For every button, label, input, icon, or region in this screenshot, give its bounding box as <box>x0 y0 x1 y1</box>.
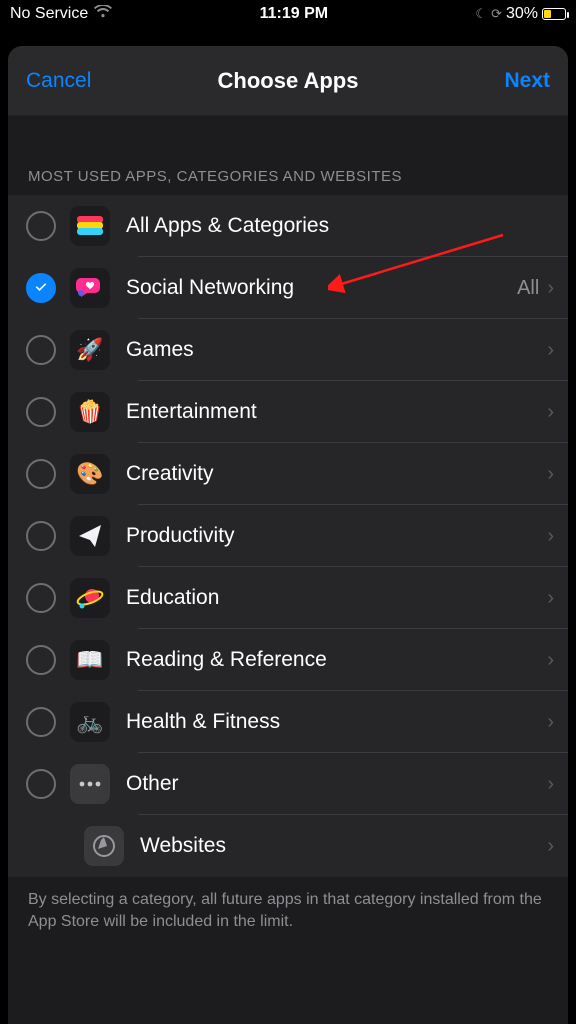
cancel-button[interactable]: Cancel <box>26 69 106 93</box>
paper-plane-icon <box>70 516 110 556</box>
row-creativity[interactable]: 🎨 Creativity › <box>8 443 568 505</box>
row-productivity[interactable]: Productivity › <box>8 505 568 567</box>
row-entertainment[interactable]: 🍿 Entertainment › <box>8 381 568 443</box>
nav-bar: Cancel Choose Apps Next <box>8 46 568 116</box>
row-social-networking[interactable]: Social Networking All › <box>8 257 568 319</box>
category-list: All Apps & Categories Social Networking … <box>8 195 568 877</box>
wifi-icon <box>94 5 112 23</box>
orientation-lock-icon: ⟳ <box>491 6 502 22</box>
chevron-right-icon: › <box>547 339 554 362</box>
battery-icon <box>542 8 566 20</box>
radio-unchecked[interactable] <box>26 769 56 799</box>
chevron-right-icon: › <box>547 649 554 672</box>
modal-sheet: Cancel Choose Apps Next MOST USED APPS, … <box>8 46 568 1024</box>
ellipsis-icon <box>70 764 110 804</box>
row-label: Websites <box>140 834 547 858</box>
row-label: Social Networking <box>126 276 517 300</box>
row-reading-reference[interactable]: 📖 Reading & Reference › <box>8 629 568 691</box>
palette-icon: 🎨 <box>70 454 110 494</box>
chat-heart-icon <box>70 268 110 308</box>
row-all-apps[interactable]: All Apps & Categories <box>8 195 568 257</box>
radio-unchecked[interactable] <box>26 211 56 241</box>
radio-unchecked[interactable] <box>26 521 56 551</box>
section-header: MOST USED APPS, CATEGORIES AND WEBSITES <box>8 156 568 195</box>
page-title: Choose Apps <box>106 68 470 94</box>
chevron-right-icon: › <box>547 525 554 548</box>
radio-checked[interactable] <box>26 273 56 303</box>
status-bar: No Service 11:19 PM ☾ ⟳ 30% <box>0 0 576 28</box>
chevron-right-icon: › <box>547 463 554 486</box>
row-other[interactable]: Other › <box>8 753 568 815</box>
row-label: Games <box>126 338 547 362</box>
do-not-disturb-icon: ☾ <box>475 6 487 22</box>
row-detail-value: All <box>517 277 539 300</box>
radio-unchecked[interactable] <box>26 397 56 427</box>
radio-unchecked[interactable] <box>26 645 56 675</box>
row-label: Education <box>126 586 547 610</box>
row-label: Health & Fitness <box>126 710 547 734</box>
row-label: Creativity <box>126 462 547 486</box>
compass-icon <box>84 826 124 866</box>
row-websites[interactable]: Websites › <box>8 815 568 877</box>
chevron-right-icon: › <box>547 587 554 610</box>
row-games[interactable]: 🚀 Games › <box>8 319 568 381</box>
next-button[interactable]: Next <box>470 69 550 93</box>
radio-unchecked[interactable] <box>26 707 56 737</box>
popcorn-icon: 🍿 <box>70 392 110 432</box>
chevron-right-icon: › <box>547 401 554 424</box>
status-time: 11:19 PM <box>112 5 475 23</box>
radio-unchecked[interactable] <box>26 335 56 365</box>
row-health-fitness[interactable]: 🚲 Health & Fitness › <box>8 691 568 753</box>
row-label: Reading & Reference <box>126 648 547 672</box>
rocket-icon: 🚀 <box>70 330 110 370</box>
book-icon: 📖 <box>70 640 110 680</box>
row-label: Productivity <box>126 524 547 548</box>
row-label: Entertainment <box>126 400 547 424</box>
battery-percent: 30% <box>506 5 538 23</box>
planet-icon <box>70 578 110 618</box>
row-education[interactable]: Education › <box>8 567 568 629</box>
bicycle-icon: 🚲 <box>70 702 110 742</box>
chevron-right-icon: › <box>547 277 554 300</box>
radio-unchecked[interactable] <box>26 583 56 613</box>
radio-unchecked[interactable] <box>26 459 56 489</box>
row-label: All Apps & Categories <box>126 214 554 238</box>
chevron-right-icon: › <box>547 835 554 858</box>
row-label: Other <box>126 772 547 796</box>
chevron-right-icon: › <box>547 711 554 734</box>
footer-note: By selecting a category, all future apps… <box>8 877 568 953</box>
chevron-right-icon: › <box>547 773 554 796</box>
carrier-text: No Service <box>10 5 88 23</box>
stack-icon <box>70 206 110 246</box>
